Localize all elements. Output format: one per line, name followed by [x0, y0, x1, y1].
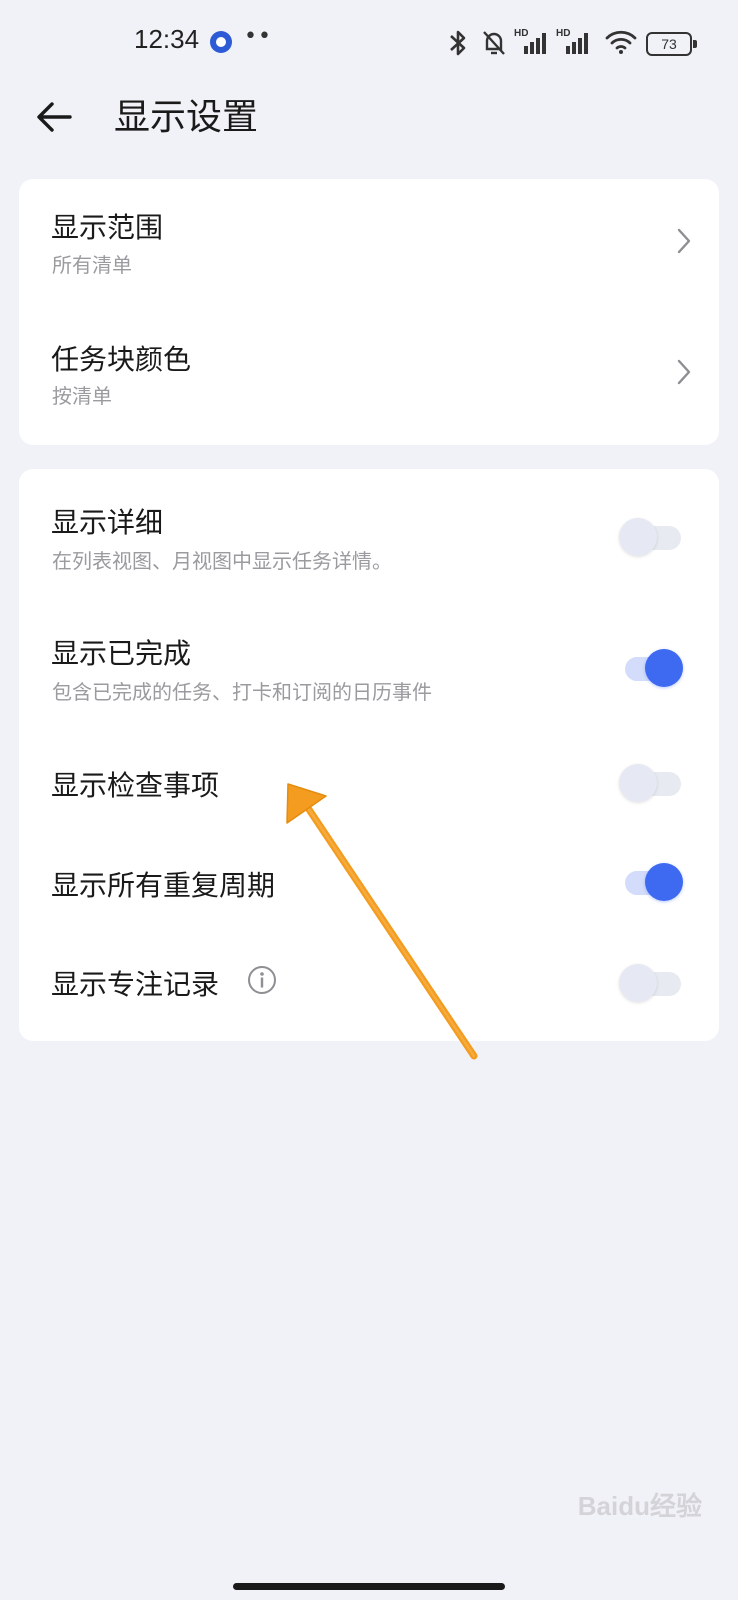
- show-checklist-row: 显示检查事项: [19, 735, 719, 835]
- signal-hd-icon: HD: [556, 28, 588, 54]
- display-range-value: 所有清单: [52, 253, 132, 277]
- display-options-card: 显示范围 所有清单 任务块颜色 按清单: [19, 179, 719, 445]
- show-focus-records-toggle[interactable]: [619, 962, 681, 1002]
- battery-icon: 73: [646, 32, 697, 56]
- show-completed-title: 显示已完成: [51, 637, 192, 670]
- arrow-left-icon: [37, 102, 72, 132]
- svg-text:HD: HD: [514, 28, 528, 39]
- watermark: Baidu经验: [577, 1491, 702, 1521]
- show-repeat-cycles-row: 显示所有重复周期: [19, 835, 719, 935]
- toggle-knob: [619, 518, 657, 556]
- home-indicator[interactable]: [233, 1583, 505, 1590]
- svg-text:HD: HD: [556, 28, 570, 39]
- page-title: 显示设置: [114, 97, 259, 138]
- wifi-icon: [605, 30, 637, 54]
- show-details-row: 显示详细 在列表视图、月视图中显示任务详情。: [19, 469, 719, 602]
- show-focus-records-row: 显示专注记录: [19, 935, 719, 1041]
- task-color-row[interactable]: 任务块颜色 按清单: [19, 312, 719, 445]
- show-checklist-toggle[interactable]: [619, 762, 681, 802]
- task-color-title: 任务块颜色: [51, 343, 192, 376]
- task-color-value: 按清单: [52, 384, 112, 408]
- app-header: 显示设置: [0, 84, 738, 184]
- show-repeat-cycles-title: 显示所有重复周期: [51, 869, 276, 902]
- show-completed-toggle[interactable]: [621, 647, 683, 687]
- show-details-subtitle: 在列表视图、月视图中显示任务详情。: [52, 549, 392, 573]
- toggle-knob: [645, 649, 683, 687]
- show-checklist-title: 显示检查事项: [51, 769, 220, 802]
- toggle-knob: [619, 964, 657, 1002]
- back-button[interactable]: [30, 92, 80, 142]
- chevron-right-icon: [677, 359, 691, 385]
- show-details-toggle[interactable]: [619, 516, 681, 556]
- show-focus-records-title: 显示专注记录: [51, 968, 220, 1001]
- show-details-title: 显示详细: [51, 506, 164, 539]
- info-icon[interactable]: [247, 965, 277, 995]
- show-completed-subtitle: 包含已完成的任务、打卡和订阅的日历事件: [52, 680, 432, 704]
- bluetooth-icon: [450, 30, 466, 56]
- toggle-knob: [619, 764, 657, 802]
- toggle-knob: [645, 863, 683, 901]
- app-badge-icon: [210, 31, 232, 53]
- display-toggles-card: 显示详细 在列表视图、月视图中显示任务详情。 显示已完成 包含已完成的任务、打卡…: [19, 469, 719, 1041]
- show-completed-row: 显示已完成 包含已完成的任务、打卡和订阅的日历事件: [19, 602, 719, 735]
- more-dots-icon: ••: [244, 24, 272, 49]
- status-time: 12:34: [134, 24, 200, 54]
- signal-hd-icon: HD: [514, 28, 546, 54]
- display-range-row[interactable]: 显示范围 所有清单: [19, 179, 719, 312]
- status-bar: 12:34 •• HD HD 73: [0, 0, 738, 84]
- show-repeat-cycles-toggle[interactable]: [621, 861, 683, 901]
- chevron-right-icon: [677, 228, 691, 254]
- bell-off-icon: [483, 31, 505, 55]
- display-range-title: 显示范围: [51, 211, 164, 244]
